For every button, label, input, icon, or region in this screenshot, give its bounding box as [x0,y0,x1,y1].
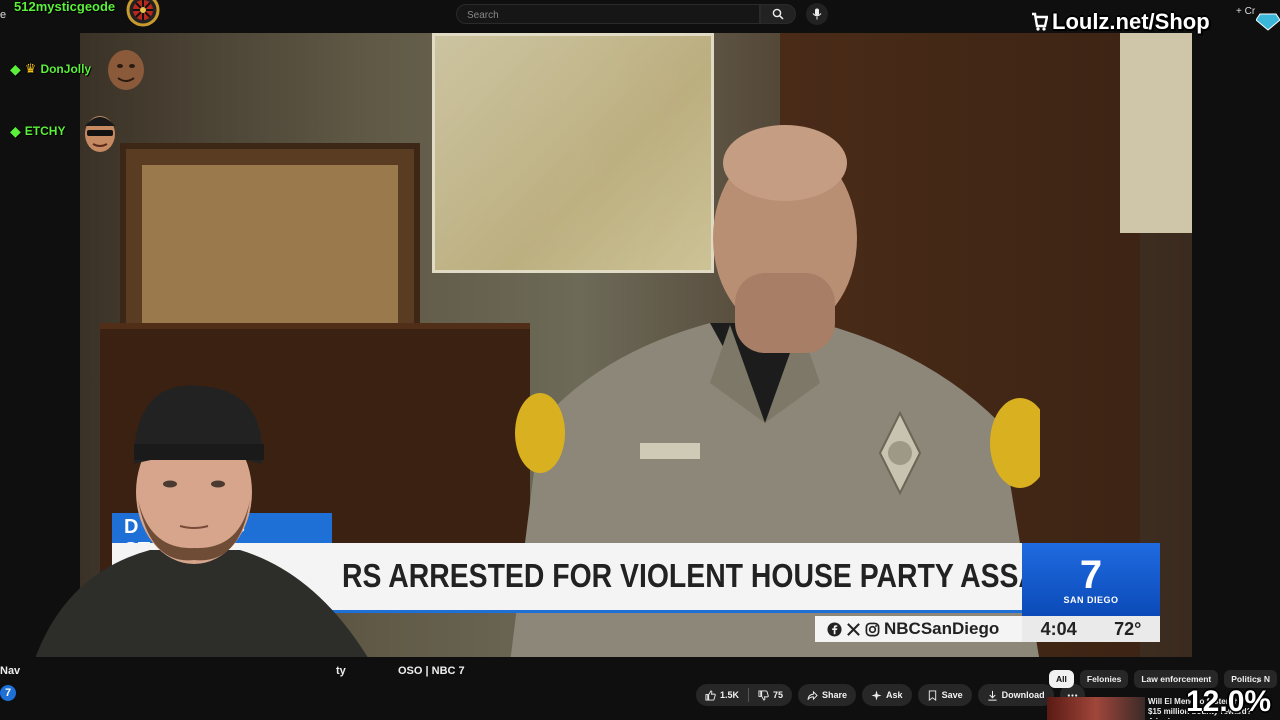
truncated-text: e [0,9,7,21]
save-button[interactable]: Save [917,684,972,706]
sparkle-icon [871,689,882,701]
download-icon [987,690,997,701]
download-button[interactable]: Download [977,684,1054,706]
chat-username: ETCHY [24,124,66,138]
chat-username: DonJolly [40,62,92,76]
time-temperature: 4:04 72° [1022,616,1160,642]
social-handle: NBCSanDiego [884,619,1000,638]
clock-time: 4:04 [1040,618,1077,639]
shop-text: Loulz.net/Shop [1052,9,1210,34]
roulette-wheel-icon [126,0,160,27]
thumbs-up-icon [705,689,716,701]
search-input[interactable] [457,6,759,25]
ask-label: Ask [886,690,903,700]
create-button[interactable]: + Cr [1236,6,1255,17]
top-bar: e 512mysticgeode Loulz.net/Shop + Cr [0,0,1280,35]
thumbs-down-icon [758,689,769,701]
sunglasses-emote-icon [85,116,116,152]
temperature: 72° [1114,618,1142,639]
percent-overlay: 12.0% [1186,685,1272,718]
download-label: Download [1001,690,1045,700]
video-actions: 1.5K 75 Share Ask Save Download [696,684,1085,706]
instagram-icon [865,622,880,636]
ask-button[interactable]: Ask [862,684,912,706]
facebook-icon [827,621,842,637]
shopping-cart-icon [1032,12,1048,31]
crown-badge-icon: ♛ [24,61,37,76]
social-bar: NBCSanDiego [815,616,1022,642]
emote-face-icon [108,50,145,90]
microphone-icon [812,8,822,20]
share-button[interactable]: Share [798,684,857,706]
share-label: Share [822,690,848,700]
streamer-name: 512mysticgeode [14,0,116,14]
station-city: SAN DIEGO [1063,594,1119,605]
station-number: 7 [1079,552,1103,597]
chat-message: ◆ ETCHY [10,108,123,154]
chat-message: ◆ ♛ DonJolly [10,46,149,92]
bookmark-icon [928,689,936,701]
nbc7-logo: 7 SAN DIEGO [1022,543,1160,616]
share-icon [807,690,818,700]
video-title-fragment: Nav [0,665,21,677]
save-label: Save [941,690,963,700]
video-title: OSO | NBC 7 [398,665,465,677]
channel-avatar[interactable]: 7 [0,685,16,701]
like-count: 1.5K [720,690,740,700]
shop-overlay: Loulz.net/Shop [1030,9,1210,35]
diamond-badge-icon: ◆ [10,122,21,139]
search-button[interactable] [760,4,796,24]
chip-all[interactable]: All [1049,670,1074,688]
dislike-button[interactable]: 75 [749,684,792,706]
voice-search-button[interactable] [806,3,828,25]
news-headline: RS ARRESTED FOR VIOLENT HOUSE PARTY ASSA… [342,557,1093,594]
recommended-thumbnail[interactable] [1047,697,1145,720]
search-box[interactable] [456,4,760,25]
diamond-badge-icon: ◆ [10,60,21,77]
gem-logo-icon [1256,13,1280,31]
video-title-fragment: ty [336,665,346,677]
dislike-count: 75 [773,690,784,700]
search-icon [772,8,784,20]
x-twitter-icon [847,622,860,636]
window [1120,33,1192,233]
like-dislike-group: 1.5K 75 [696,684,793,706]
chip-felonies[interactable]: Felonies [1079,670,1129,688]
like-button[interactable]: 1.5K [696,684,748,706]
bottom-bar: Nav ty OSO | NBC 7 7 1.5K 75 Share Ask S… [0,657,1280,720]
